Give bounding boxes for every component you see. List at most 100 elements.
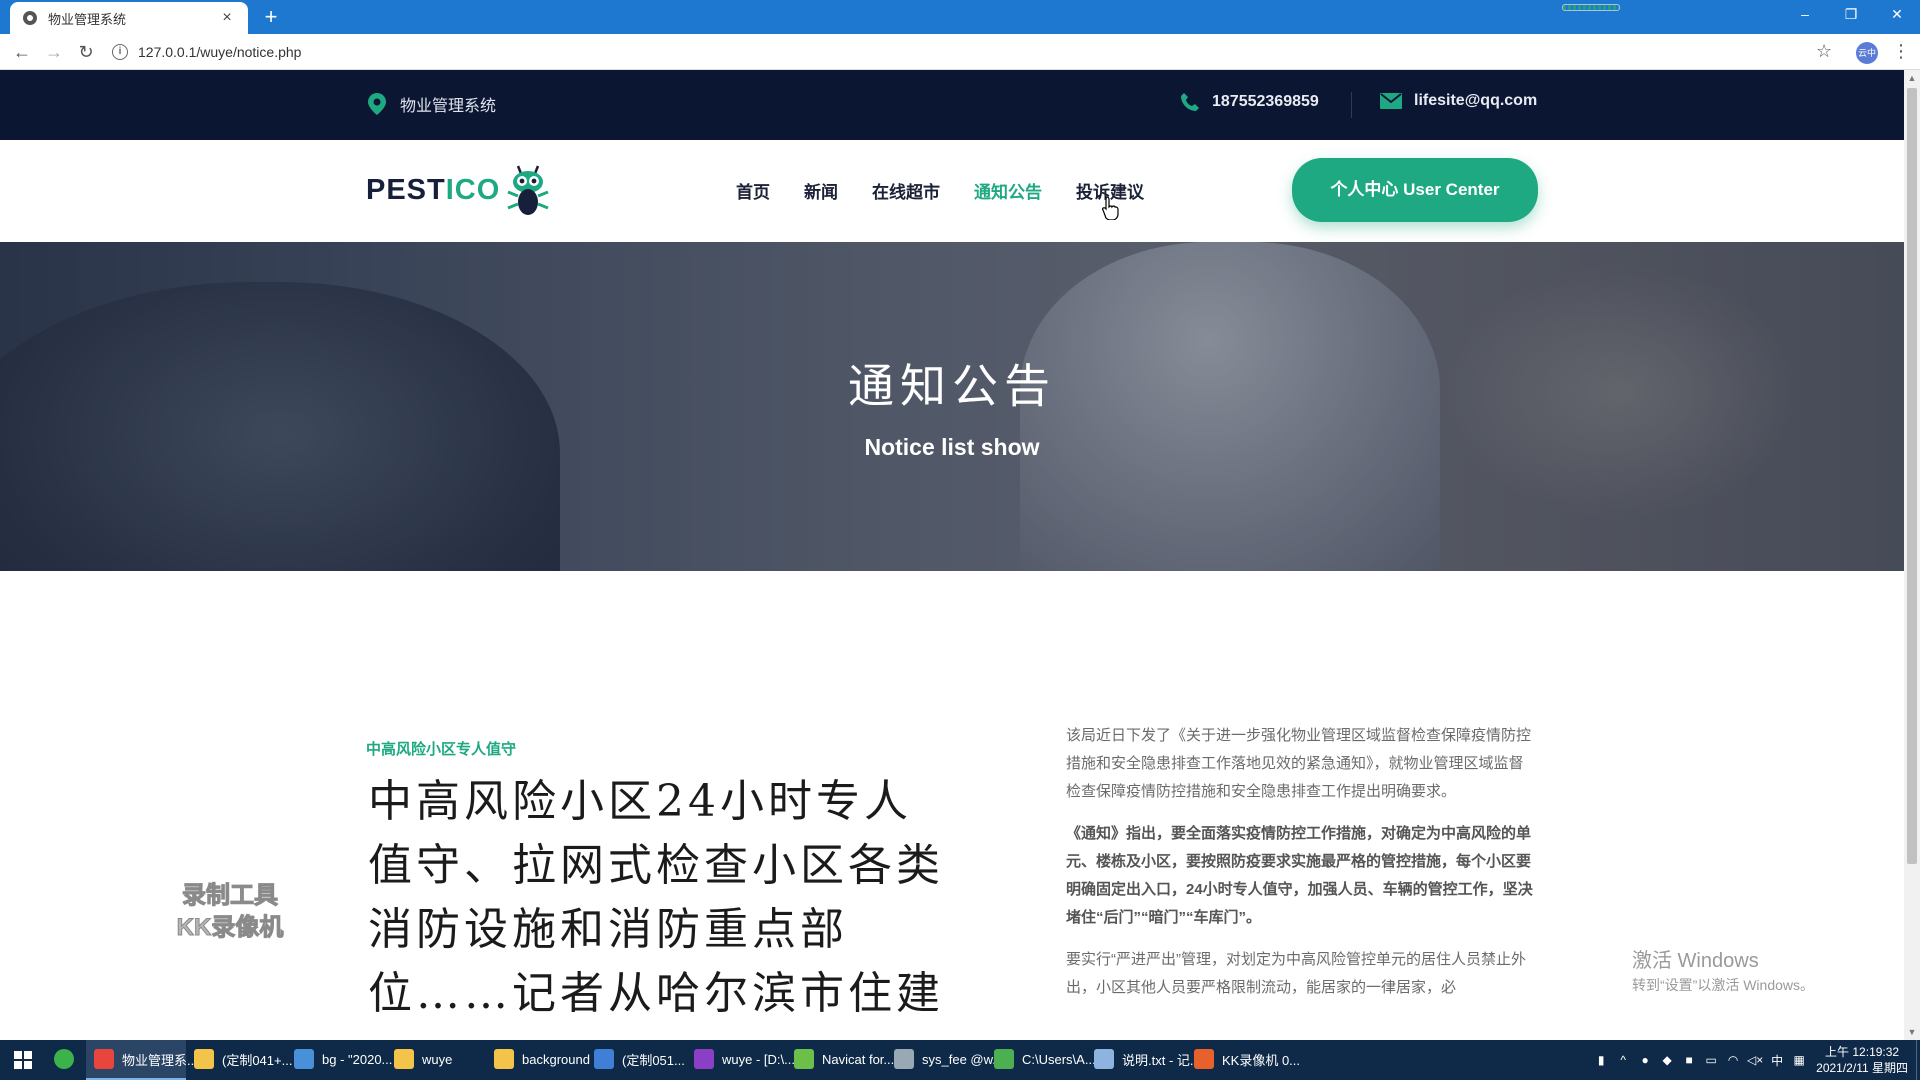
taskbar-app-icon: [54, 1049, 74, 1069]
nav-online-market[interactable]: 在线超市: [872, 178, 940, 203]
contact-email[interactable]: lifesite@qq.com: [1380, 92, 1537, 110]
show-desktop-button[interactable]: [1916, 1040, 1920, 1080]
taskbar-app-button[interactable]: C:\Users\A...: [986, 1040, 1096, 1080]
site-location: 物业管理系统: [368, 92, 496, 116]
article-tagline: 中高风险小区专人值守: [366, 741, 517, 758]
hero-subtitle: Notice list show: [864, 434, 1040, 460]
user-center-button[interactable]: 个人中心 User Center: [1292, 158, 1538, 222]
activate-windows-watermark: 激活 Windows 转到“设置”以激活 Windows。: [1632, 950, 1815, 993]
windows-logo-icon: [14, 1051, 32, 1069]
contact-phone[interactable]: 187552369859: [1180, 92, 1319, 112]
taskbar-app-label: KK录像机 0...: [1222, 1052, 1301, 1068]
taskbar-app-icon: [394, 1049, 414, 1069]
page-scrollbar[interactable]: ▲ ▼: [1904, 70, 1920, 1040]
browser-titlebar: 物业管理系统 × + – ❐ ✕: [0, 0, 1920, 34]
taskbar-app-icon: [494, 1049, 514, 1069]
taskbar-app-label: C:\Users\A...: [1022, 1051, 1096, 1067]
bookmark-star-icon[interactable]: ☆: [1816, 41, 1832, 62]
taskbar-app-icon: [694, 1049, 714, 1069]
taskbar-app-label: bg - "2020...: [322, 1051, 393, 1067]
topbar-divider: [1351, 92, 1352, 118]
forward-arrow-icon[interactable]: →: [44, 42, 64, 62]
taskbar-app-button[interactable]: (定制051...: [586, 1040, 686, 1080]
tray-keyboard-icon[interactable]: ▦: [1788, 1053, 1810, 1067]
back-arrow-icon[interactable]: ←: [12, 42, 32, 62]
taskbar-app-button[interactable]: wuye: [386, 1040, 486, 1080]
site-logo[interactable]: PESTICO: [366, 162, 554, 218]
tray-volume-icon[interactable]: ◁×: [1744, 1053, 1766, 1067]
tab-title: 物业管理系统: [48, 11, 127, 27]
article-paragraph: 该局近日下发了《关于进一步强化物业管理区域监督检查保障疫情防控措施和安全隐患排查…: [1066, 727, 1532, 800]
taskbar-app-label: (定制051...: [622, 1052, 685, 1068]
tray-expand-icon[interactable]: ^: [1612, 1053, 1634, 1067]
article-body: 该局近日下发了《关于进一步强化物业管理区域监督检查保障疫情防控措施和安全隐患排查…: [1066, 722, 1536, 1016]
new-tab-button[interactable]: +: [258, 4, 284, 30]
taskbar-app-label: wuye - [D:\...: [722, 1051, 795, 1067]
nav-notices[interactable]: 通知公告: [974, 178, 1042, 203]
taskbar-app-icon: [294, 1049, 314, 1069]
browser-tab[interactable]: 物业管理系统 ×: [10, 2, 248, 34]
envelope-icon: [1380, 93, 1402, 109]
site-name: 物业管理系统: [400, 98, 497, 115]
window-close-button[interactable]: ✕: [1874, 0, 1920, 28]
nav-news[interactable]: 新闻: [804, 178, 838, 203]
recording-indicator: [1562, 4, 1620, 11]
taskbar-app-button[interactable]: 说明.txt - 记...: [1086, 1040, 1201, 1080]
taskbar-app-icon: [94, 1049, 114, 1069]
address-bar[interactable]: i 127.0.0.1/wuye/notice.php: [112, 40, 1832, 64]
tray-app-icon[interactable]: ●: [1634, 1053, 1656, 1067]
taskbar-app-button[interactable]: Navicat for...: [786, 1040, 894, 1080]
windows-taskbar: 物业管理系... (定制041+... bg - "2020... wuye backg…: [0, 1040, 1920, 1080]
email-address: lifesite@qq.com: [1414, 92, 1538, 109]
site-info-icon[interactable]: i: [112, 44, 128, 60]
window-restore-button[interactable]: ❐: [1828, 0, 1874, 28]
site-header: PESTICO 首页 新闻 在线超市 通知公告 投诉建议: [0, 140, 1904, 242]
taskbar-app-button[interactable]: background: [486, 1040, 590, 1080]
article-paragraph: 《通知》指出，要全面落实疫情防控工作措施，对确定为中高风险的单元、楼栋及小区，要…: [1066, 825, 1533, 926]
taskbar-app-icon: [1094, 1049, 1114, 1069]
bug-mascot-icon: [507, 165, 549, 215]
taskbar-app-icon: [1194, 1049, 1214, 1069]
browser-menu-icon[interactable]: ⋮: [1892, 41, 1910, 62]
reload-icon[interactable]: ↻: [76, 42, 96, 62]
hero-banner: 通知公告 Notice list show: [0, 242, 1904, 571]
chrome-favicon-icon: [23, 11, 37, 25]
taskbar-apps: 物业管理系... (定制041+... bg - "2020... wuye backg…: [46, 1040, 1300, 1080]
clock-date: 2021/2/11 星期四: [1816, 1061, 1908, 1075]
tray-battery-icon[interactable]: ▮: [1590, 1053, 1612, 1067]
hand-cursor-icon: [1102, 196, 1119, 220]
taskbar-app-button[interactable]: KK录像机 0...: [1186, 1040, 1300, 1080]
taskbar-app-label: wuye: [422, 1051, 453, 1067]
system-tray: ▮ ^ ● ◆ ■ ▭ ◠ ◁× 中 ▦ 上午 12:19:32 2021/2/…: [1590, 1040, 1920, 1080]
tray-vpn-icon[interactable]: ■: [1678, 1053, 1700, 1067]
taskbar-app-button[interactable]: (定制041+...: [186, 1040, 292, 1080]
start-button[interactable]: [0, 1040, 46, 1080]
taskbar-app-button[interactable]: [46, 1040, 86, 1080]
taskbar-app-icon: [794, 1049, 814, 1069]
taskbar-app-label: Navicat for...: [822, 1051, 895, 1067]
tab-close-icon[interactable]: ×: [218, 9, 236, 27]
taskbar-app-button[interactable]: bg - "2020...: [286, 1040, 392, 1080]
tray-wifi-icon[interactable]: ◠: [1722, 1053, 1744, 1067]
taskbar-app-icon: [894, 1049, 914, 1069]
taskbar-app-icon: [994, 1049, 1014, 1069]
taskbar-app-label: background: [522, 1051, 590, 1067]
tray-network-icon[interactable]: ▭: [1700, 1053, 1722, 1067]
scroll-thumb[interactable]: [1907, 88, 1917, 864]
nav-home[interactable]: 首页: [736, 178, 770, 203]
tray-ime-indicator[interactable]: 中: [1766, 1052, 1788, 1069]
window-minimize-button[interactable]: –: [1782, 0, 1828, 28]
taskbar-clock[interactable]: 上午 12:19:32 2021/2/11 星期四: [1816, 1044, 1908, 1076]
scroll-up-arrow-icon[interactable]: ▲: [1904, 70, 1920, 86]
hero-car-shape: [0, 282, 560, 571]
profile-avatar[interactable]: 云中: [1856, 42, 1878, 64]
taskbar-app-label: (定制041+...: [222, 1052, 293, 1068]
hero-title: 通知公告: [848, 359, 1056, 413]
tray-shield-icon[interactable]: ◆: [1656, 1053, 1678, 1067]
scroll-down-arrow-icon[interactable]: ▼: [1904, 1024, 1920, 1040]
url-text[interactable]: 127.0.0.1/wuye/notice.php: [138, 44, 301, 60]
taskbar-app-button[interactable]: wuye - [D:\...: [686, 1040, 795, 1080]
taskbar-app-button[interactable]: 物业管理系...: [86, 1040, 198, 1080]
taskbar-app-button[interactable]: sys_fee @w...: [886, 1040, 1003, 1080]
article-paragraph: 要实行“严进严出”管理，对划定为中高风险管控单元的居住人员禁止外出，小区其他人员…: [1066, 951, 1526, 996]
